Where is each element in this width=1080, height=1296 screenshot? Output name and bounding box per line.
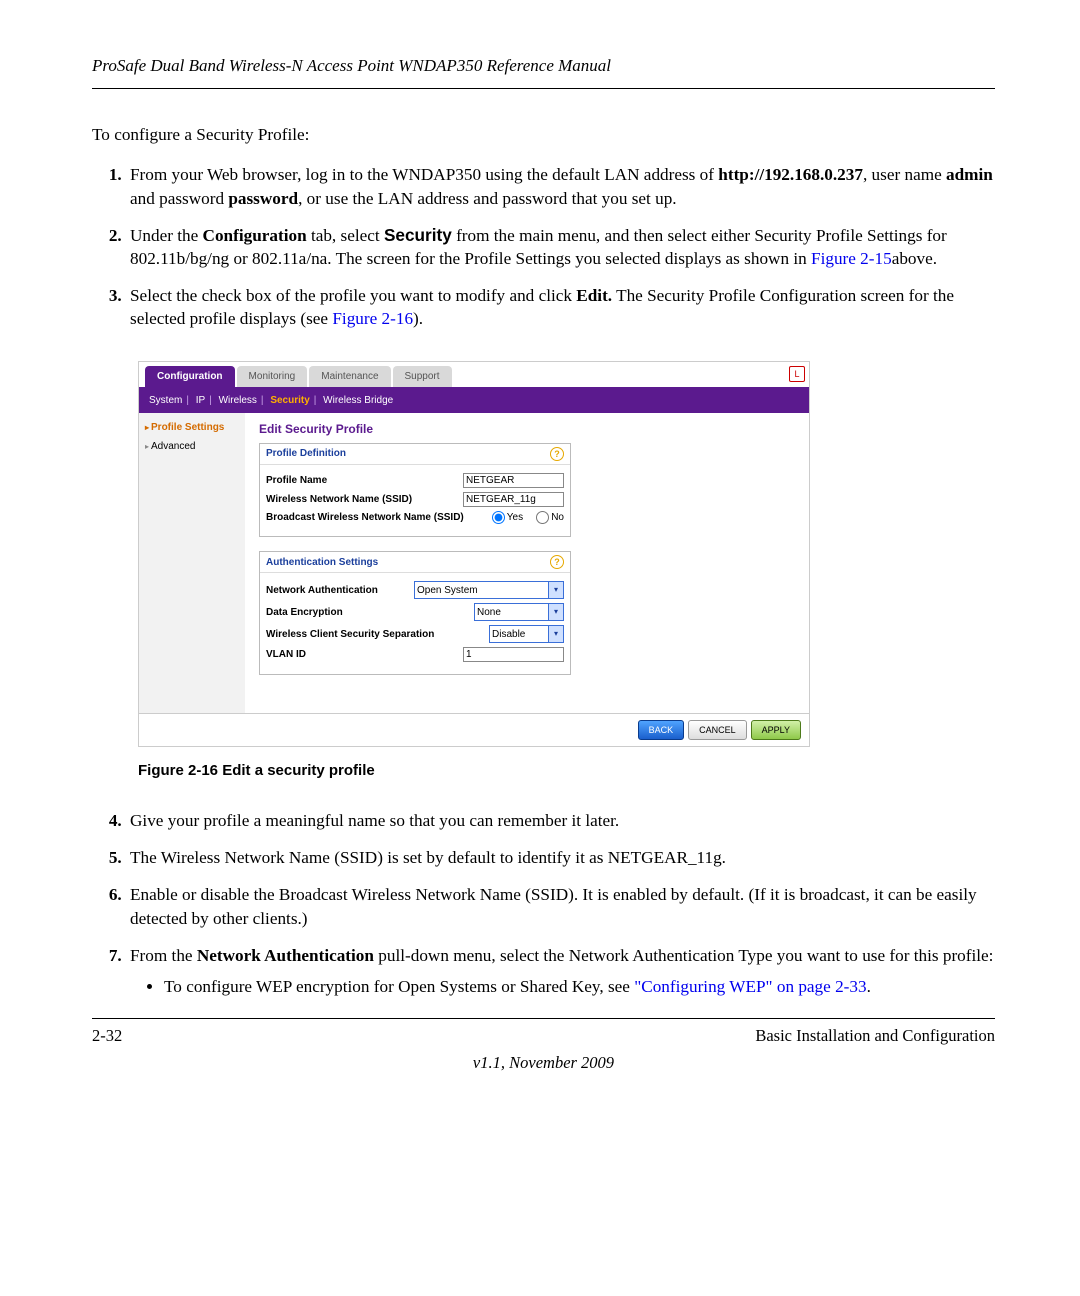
logout-icon[interactable]: L <box>789 366 805 382</box>
bullet-wep: To configure WEP encryption for Open Sys… <box>164 975 995 998</box>
action-footer: BACK CANCEL APPLY <box>139 713 809 746</box>
version-text: v1.1, November 2009 <box>92 1052 995 1074</box>
sidebar-advanced[interactable]: ▸Advanced <box>145 440 245 454</box>
tab-monitoring[interactable]: Monitoring <box>237 366 308 388</box>
chevron-down-icon: ▾ <box>548 582 563 598</box>
ssid-label: Wireless Network Name (SSID) <box>266 493 412 507</box>
tab-support[interactable]: Support <box>393 366 452 388</box>
submenu-ip[interactable]: IP <box>196 395 205 406</box>
data-encryption-label: Data Encryption <box>266 606 343 620</box>
cancel-button[interactable]: CANCEL <box>688 720 747 740</box>
help-icon[interactable]: ? <box>550 555 564 569</box>
embedded-screenshot: Configuration Monitoring Maintenance Sup… <box>138 361 995 747</box>
sidebar: ▸Profile Settings ▸Advanced <box>139 413 245 713</box>
submenu-wireless-bridge[interactable]: Wireless Bridge <box>323 395 393 406</box>
chevron-down-icon: ▾ <box>548 604 563 620</box>
broadcast-no-radio[interactable] <box>536 511 549 524</box>
step-6: Enable or disable the Broadcast Wireless… <box>126 883 995 929</box>
figure-2-16-link[interactable]: Figure 2-16 <box>332 309 413 328</box>
step-7: From the Network Authentication pull-dow… <box>126 944 995 998</box>
data-encryption-select[interactable]: None▾ <box>474 603 564 621</box>
section-name: Basic Installation and Configuration <box>755 1025 995 1047</box>
chevron-right-icon: ▸ <box>145 442 149 451</box>
step-5: The Wireless Network Name (SSID) is set … <box>126 846 995 869</box>
vlan-id-input[interactable] <box>463 647 564 662</box>
submenu-system[interactable]: System <box>149 395 182 406</box>
apply-button[interactable]: APPLY <box>751 720 801 740</box>
vlan-id-label: VLAN ID <box>266 648 306 662</box>
figure-2-15-link[interactable]: Figure 2-15 <box>811 249 892 268</box>
tab-configuration[interactable]: Configuration <box>145 366 235 388</box>
page-number: 2-32 <box>92 1025 122 1047</box>
submenu: System| IP| Wireless| Security| Wireless… <box>139 389 809 413</box>
chevron-down-icon: ▾ <box>548 626 563 642</box>
help-icon[interactable]: ? <box>550 447 564 461</box>
panel-title: Edit Security Profile <box>259 421 795 437</box>
step-3: Select the check box of the profile you … <box>126 284 995 330</box>
step-4: Give your profile a meaningful name so t… <box>126 809 995 832</box>
chevron-right-icon: ▸ <box>145 423 149 432</box>
client-separation-select[interactable]: Disable▾ <box>489 625 564 643</box>
submenu-wireless[interactable]: Wireless <box>219 395 257 406</box>
client-separation-label: Wireless Client Security Separation <box>266 628 434 642</box>
manual-header: ProSafe Dual Band Wireless-N Access Poin… <box>92 55 995 89</box>
authentication-settings-box: Authentication Settings ? Network Authen… <box>259 551 571 675</box>
configuring-wep-link[interactable]: "Configuring WEP" on page 2-33 <box>634 977 866 996</box>
step-1: From your Web browser, log in to the WND… <box>126 163 995 209</box>
figure-caption: Figure 2-16 Edit a security profile <box>138 761 995 781</box>
steps-list-cont: Give your profile a meaningful name so t… <box>92 809 995 998</box>
back-button[interactable]: BACK <box>638 720 685 740</box>
broadcast-yes-radio[interactable] <box>492 511 505 524</box>
network-auth-select[interactable]: Open System▾ <box>414 581 564 599</box>
network-auth-label: Network Authentication <box>266 584 378 598</box>
step-2: Under the Configuration tab, select Secu… <box>126 224 995 270</box>
profile-name-input[interactable] <box>463 473 564 488</box>
page-footer: 2-32 Basic Installation and Configuratio… <box>92 1018 995 1047</box>
profile-name-label: Profile Name <box>266 474 327 488</box>
submenu-security[interactable]: Security <box>270 395 309 406</box>
profile-definition-box: Profile Definition ? Profile Name Wirele… <box>259 443 571 538</box>
ssid-input[interactable] <box>463 492 564 507</box>
broadcast-ssid-label: Broadcast Wireless Network Name (SSID) <box>266 511 464 525</box>
steps-list: From your Web browser, log in to the WND… <box>92 163 995 330</box>
sidebar-profile-settings[interactable]: ▸Profile Settings <box>145 421 245 435</box>
tab-maintenance[interactable]: Maintenance <box>309 366 390 388</box>
main-tabs: Configuration Monitoring Maintenance Sup… <box>139 362 809 390</box>
intro-text: To configure a Security Profile: <box>92 123 995 146</box>
